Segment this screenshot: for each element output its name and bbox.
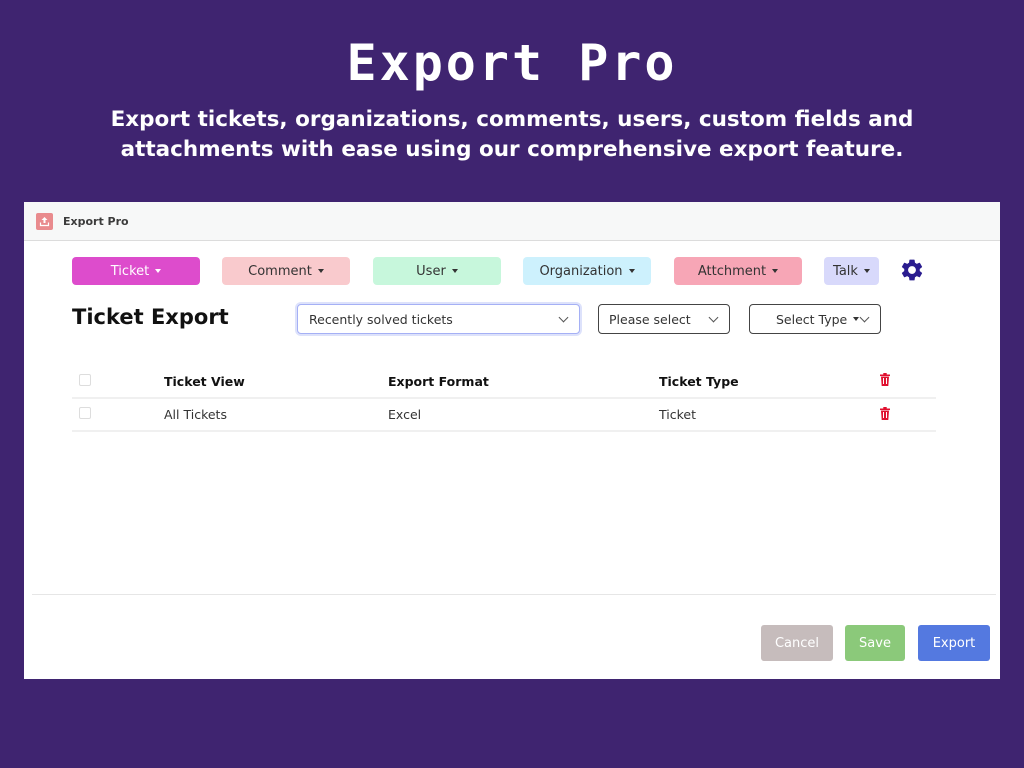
cancel-button[interactable]: Cancel xyxy=(761,625,833,661)
caret-down-icon xyxy=(863,269,870,273)
app-header: Export Pro xyxy=(24,202,1000,241)
section-title: Ticket Export xyxy=(72,305,229,329)
export-button[interactable]: Export xyxy=(918,625,990,661)
app-window: Export Pro Ticket Comment User Organizat… xyxy=(24,202,1000,679)
header-ticket-view: Ticket View xyxy=(164,365,388,399)
ticket-type-select-value: Select Type xyxy=(776,311,848,327)
ticket-menu-label: Ticket xyxy=(110,263,150,279)
ticket-type-select[interactable]: Select Type xyxy=(749,304,881,334)
footer-divider xyxy=(32,594,996,595)
row-delete-cell xyxy=(879,398,936,432)
header-checkbox-cell xyxy=(72,365,164,399)
caret-down-icon xyxy=(451,269,458,273)
gear-icon[interactable] xyxy=(899,257,925,283)
attachment-menu-label: Attchment xyxy=(697,263,767,279)
chevron-down-icon xyxy=(859,312,870,323)
caret-down-icon xyxy=(155,269,162,273)
export-format-select-value: Please select xyxy=(609,311,691,327)
comment-menu-label: Comment xyxy=(248,263,312,279)
row-checkbox[interactable] xyxy=(79,407,91,419)
table-header-row: Ticket View Export Format Ticket Type xyxy=(72,365,936,399)
ticket-view-select[interactable]: Recently solved tickets xyxy=(297,304,580,334)
app-title: Export Pro xyxy=(63,214,129,228)
export-format-select[interactable]: Please select xyxy=(598,304,730,334)
trash-icon[interactable] xyxy=(879,406,891,420)
trash-icon[interactable] xyxy=(879,373,891,386)
select-all-checkbox[interactable] xyxy=(79,373,91,386)
ticket-view-select-value: Recently solved tickets xyxy=(309,311,453,327)
header-ticket-type: Ticket Type xyxy=(659,365,879,399)
user-menu-label: User xyxy=(416,263,446,279)
cell-ticket-type: Ticket xyxy=(659,398,879,432)
header-export-format: Export Format xyxy=(388,365,659,399)
chevron-down-icon xyxy=(558,312,569,323)
hero-subtitle: Export tickets, organizations, comments,… xyxy=(110,107,914,162)
caret-down-icon xyxy=(628,269,635,273)
cell-ticket-view: All Tickets xyxy=(164,398,388,432)
attachment-menu-button[interactable]: Attchment xyxy=(674,257,802,285)
ticket-menu-button[interactable]: Ticket xyxy=(72,257,200,285)
table-row: All Tickets Excel Ticket xyxy=(72,398,936,432)
organization-menu-button[interactable]: Organization xyxy=(523,257,651,285)
talk-menu-label: Talk xyxy=(833,263,858,279)
cell-export-format: Excel xyxy=(388,398,659,432)
hero-title: Export Pro xyxy=(346,34,678,92)
talk-menu-button[interactable]: Talk xyxy=(824,257,879,285)
organization-menu-label: Organization xyxy=(539,263,623,279)
user-menu-button[interactable]: User xyxy=(373,257,501,285)
export-table: Ticket View Export Format Ticket Type Al… xyxy=(72,365,936,432)
row-checkbox-cell xyxy=(72,398,164,432)
save-button[interactable]: Save xyxy=(845,625,905,661)
caret-down-icon xyxy=(772,269,779,273)
upload-icon xyxy=(36,212,53,230)
chevron-down-icon xyxy=(708,312,719,323)
caret-down-icon xyxy=(853,317,860,321)
caret-down-icon xyxy=(317,269,324,273)
comment-menu-button[interactable]: Comment xyxy=(222,257,350,285)
header-delete-cell xyxy=(879,365,936,399)
